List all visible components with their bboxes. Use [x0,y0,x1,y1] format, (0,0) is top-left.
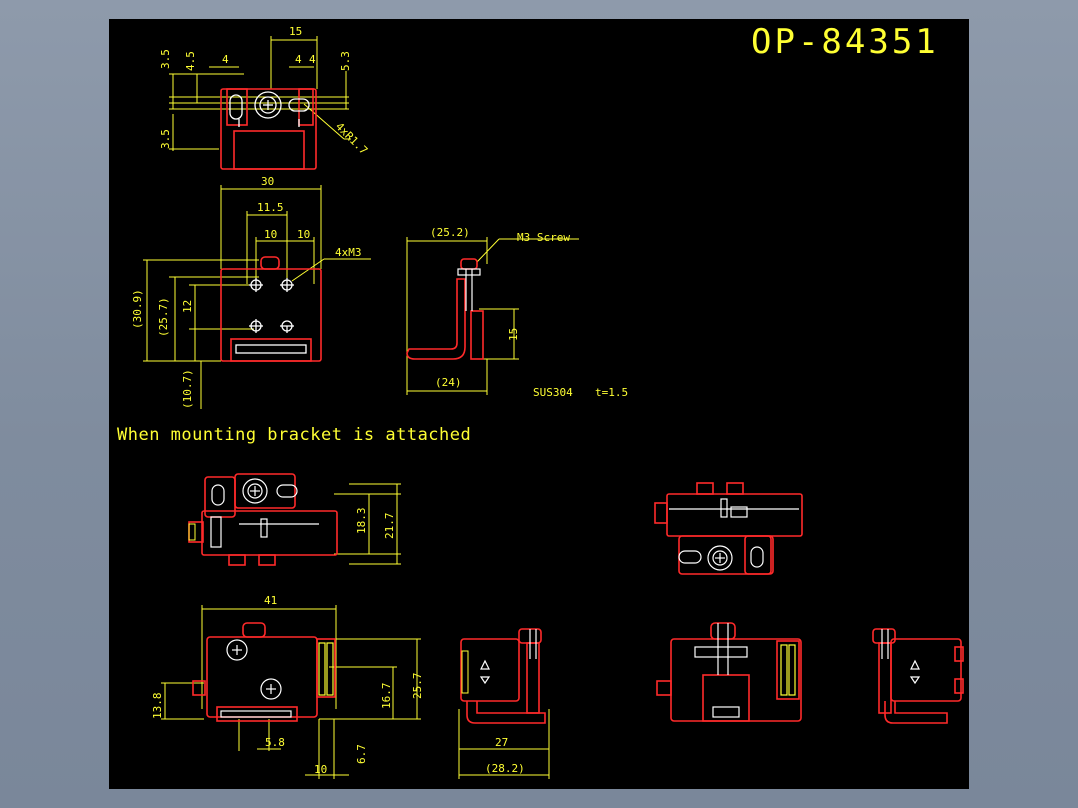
dim-6-7: 6.7 [355,744,368,764]
dim-assembly-10: 10 [314,763,327,776]
dim-30-9: (30.9) [131,289,144,329]
dim-5-8: 5.8 [265,736,285,749]
dim-24: (24) [435,376,462,389]
drawing-canvas: OP-84351 15 3.5 4.5 4 4 4 5.3 3.5 4xR1.7… [109,19,969,789]
assembly-front-view: 41 25.7 16.7 13.8 5.8 6.7 10 [151,594,424,779]
dim-25-7: (25.7) [157,297,170,337]
assembly-right-side-view [872,628,964,724]
dim-4-5: 4.5 [184,51,197,71]
assembly-side-view: 27 (28.2) [458,628,550,779]
dim-27: 27 [495,736,508,749]
assembly-top-right-view [654,482,803,575]
dim-25-2: (25.2) [430,226,470,239]
cad-drawing: OP-84351 15 3.5 4.5 4 4 4 5.3 3.5 4xR1.7… [117,22,964,779]
dim-10-7: (10.7) [181,369,194,409]
dim-28-2: (28.2) [485,762,525,775]
dim-16-7: 16.7 [380,683,393,710]
dim-3-5-top: 3.5 [159,49,172,69]
dim-5-3: 5.3 [339,51,352,71]
dim-4-mid: 4 [295,53,302,66]
dim-10-left: 10 [264,228,277,241]
callout-screw: M3 Screw [517,231,570,244]
top-view: 15 3.5 4.5 4 4 4 5.3 3.5 4xR1.7 [159,25,370,170]
dim-21-7: 21.7 [383,513,396,540]
front-view: 30 11.5 10 10 (30.9) (25.7) 12 (10.7) 4x… [131,175,371,409]
part-number-title: OP-84351 [751,22,939,62]
thickness-label: t=1.5 [595,386,628,399]
dim-41: 41 [264,594,277,607]
dim-3-5-bottom: 3.5 [159,129,172,149]
assembly-rear-view [656,622,802,722]
dim-bracket-15: 15 [507,328,520,341]
bracket-view: (25.2) 15 (24) M3 Screw SUS304 t=1.5 [406,226,628,399]
callout-radius: 4xR1.7 [333,120,370,157]
dim-4-right: 4 [309,53,316,66]
dim-13-8: 13.8 [151,693,164,720]
dim-12: 12 [181,300,194,313]
callout-holes: 4xM3 [335,246,362,259]
dim-15: 15 [289,25,302,38]
dim-10-right: 10 [297,228,310,241]
dim-18-3: 18.3 [355,508,368,535]
assembly-top-view: 18.3 21.7 [188,473,401,566]
dim-assembly-25-7: 25.7 [411,673,424,700]
dim-11-5: 11.5 [257,201,284,214]
dim-4-left: 4 [222,53,229,66]
dim-30: 30 [261,175,274,188]
assembly-caption: When mounting bracket is attached [117,425,471,445]
material-label: SUS304 [533,386,573,399]
